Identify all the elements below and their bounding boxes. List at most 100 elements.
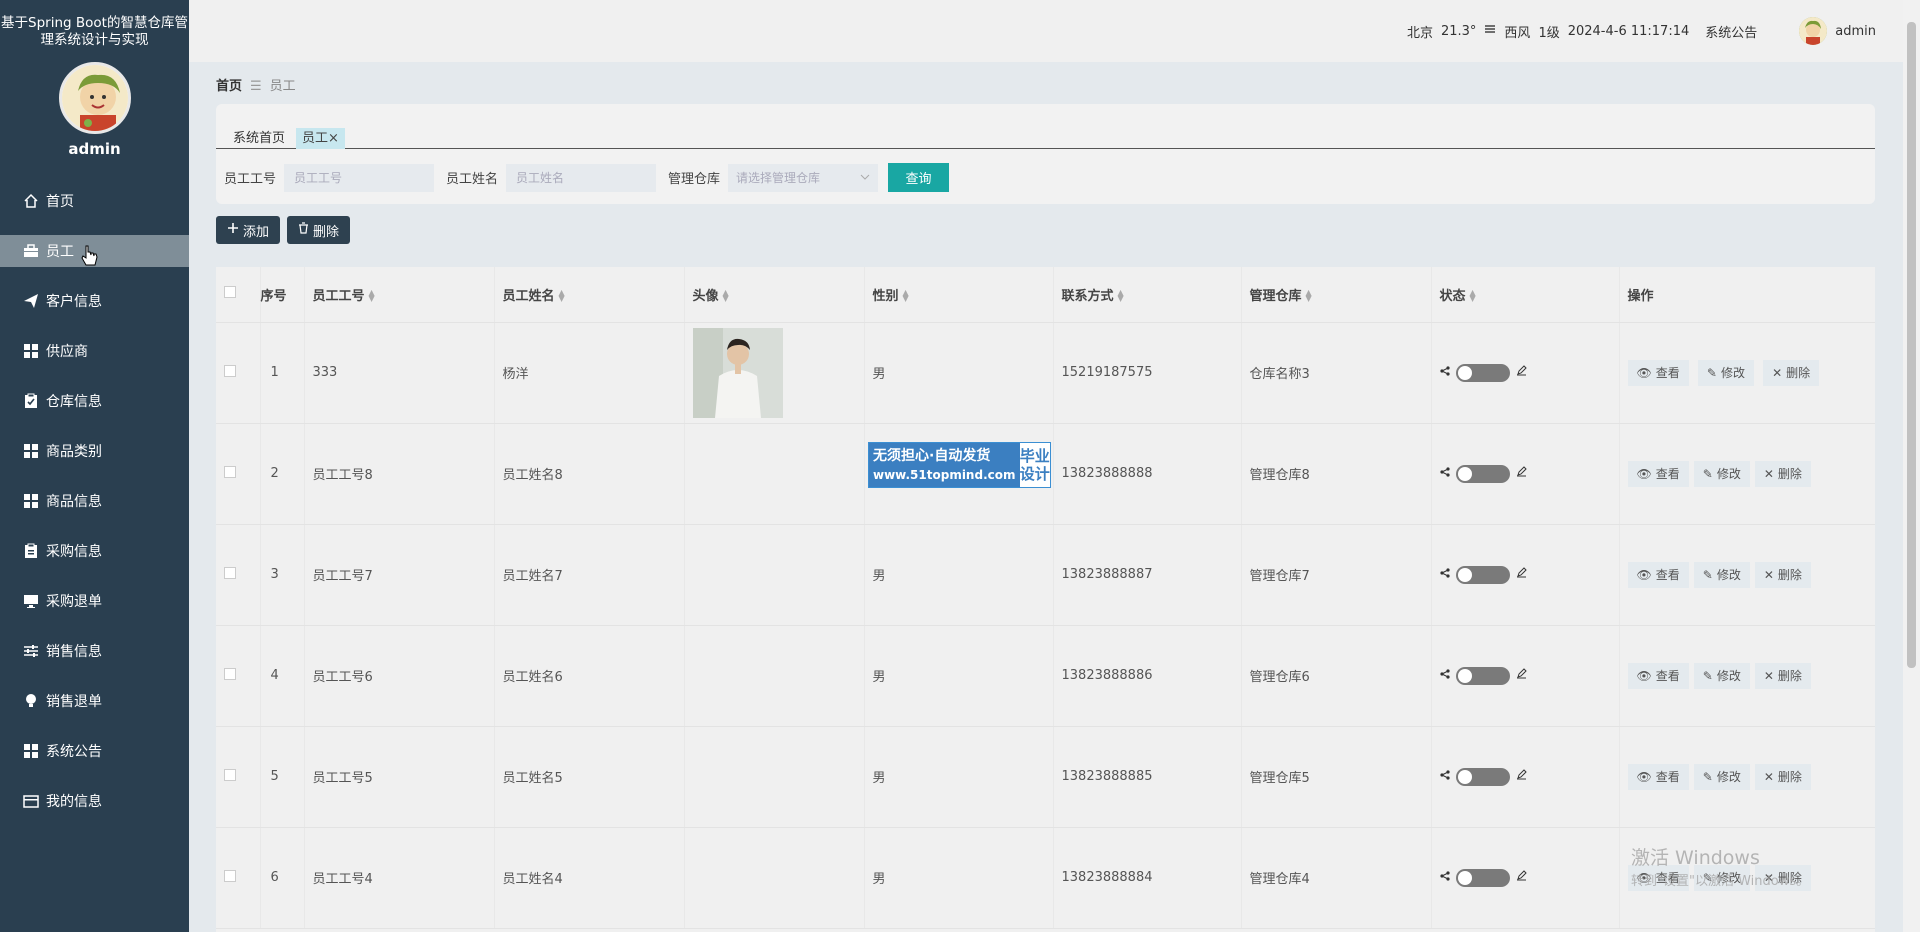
cell-phone: 13823888888	[1053, 423, 1242, 525]
view-button[interactable]: 👁 查看	[1627, 662, 1689, 689]
cell-status	[1431, 827, 1620, 929]
status-toggle[interactable]	[1455, 666, 1510, 685]
row-checkbox[interactable]	[224, 364, 236, 377]
cell-status	[1431, 726, 1620, 828]
sort-icon[interactable]: ▲ ▼	[369, 289, 375, 303]
sidebar-item-category[interactable]: 商品类别	[0, 426, 189, 476]
select-all-checkbox[interactable]	[224, 286, 236, 299]
tab-employee[interactable]: 员工×	[296, 128, 345, 149]
row-checkbox[interactable]	[224, 869, 236, 882]
query-button[interactable]: 查询	[888, 163, 950, 192]
close-icon: ✕	[1763, 567, 1774, 582]
edit-pen-icon[interactable]	[1516, 567, 1527, 582]
row-checkbox[interactable]	[224, 667, 236, 680]
tab-close-icon[interactable]: ×	[328, 131, 339, 146]
employee-photo[interactable]	[692, 327, 783, 418]
sort-icon[interactable]: ▲ ▼	[723, 289, 729, 303]
cell-phone: 13823888886	[1053, 625, 1242, 727]
edit-button[interactable]: ✎ 修改	[1693, 460, 1750, 487]
toggle-knob	[1457, 365, 1472, 380]
edit-button[interactable]: ✎ 修改	[1697, 359, 1754, 386]
row-delete-button[interactable]: ✕ 删除	[1763, 359, 1820, 386]
edit-pen-icon[interactable]	[1516, 365, 1527, 380]
system-notice-link[interactable]: 系统公告	[1705, 22, 1757, 41]
edit-pen-icon[interactable]	[1516, 466, 1527, 481]
edit-pen-icon[interactable]	[1516, 769, 1527, 784]
breadcrumb-home[interactable]: 首页	[216, 79, 242, 94]
header-status[interactable]: 状态 ▲ ▼	[1431, 267, 1620, 323]
breadcrumb-current: 员工	[269, 79, 296, 94]
header-warehouse[interactable]: 管理仓库 ▲ ▼	[1241, 267, 1432, 323]
edit-pen-icon[interactable]	[1516, 870, 1527, 885]
edit-icon: ✎	[1706, 365, 1717, 380]
cell-phone: 15219187575	[1053, 322, 1242, 424]
page-scrollbar[interactable]	[1903, 0, 1920, 932]
employee-name-input[interactable]: 员工姓名	[506, 163, 657, 192]
warehouse-select[interactable]: 请选择管理仓库	[728, 163, 879, 192]
edit-button[interactable]: ✎ 修改	[1693, 561, 1750, 588]
status-toggle[interactable]	[1455, 363, 1510, 382]
avatar[interactable]	[1799, 17, 1828, 45]
row-delete-button[interactable]: ✕ 删除	[1754, 460, 1811, 487]
sidebar-item-home[interactable]: 首页	[0, 176, 189, 226]
sort-icon[interactable]: ▲ ▼	[1470, 289, 1476, 303]
cell-status	[1431, 322, 1620, 424]
weather-wind-dir: 西风	[1504, 25, 1531, 41]
sort-icon[interactable]: ▲ ▼	[1306, 289, 1312, 303]
sidebar-item-product[interactable]: 商品信息	[0, 476, 189, 526]
watermark-right1: 毕业	[1019, 447, 1050, 465]
sort-icon[interactable]: ▲ ▼	[1118, 289, 1124, 303]
sidebar-item-purchase[interactable]: 采购信息	[0, 526, 189, 576]
header-employee-name[interactable]: 员工姓名 ▲ ▼	[494, 267, 685, 323]
row-delete-button[interactable]: ✕ 删除	[1754, 561, 1811, 588]
tab-system-home[interactable]: 系统首页	[227, 128, 291, 149]
cell-employee-name: 员工姓名8	[494, 423, 685, 525]
header-phone[interactable]: 联系方式 ▲ ▼	[1053, 267, 1242, 323]
header-employee-id[interactable]: 员工工号 ▲ ▼	[304, 267, 495, 323]
row-checkbox[interactable]	[224, 566, 236, 579]
edit-pen-icon[interactable]	[1516, 668, 1527, 683]
status-toggle[interactable]	[1455, 767, 1510, 786]
clipboard-icon	[22, 542, 40, 560]
view-button[interactable]: 👁 查看	[1627, 561, 1689, 588]
top-bar: 北京 21.3° 西风 1级 2024-4-6 11:17:14 系统公告 ad…	[189, 0, 1920, 62]
view-button[interactable]: 👁 查看	[1627, 460, 1689, 487]
status-toggle[interactable]	[1455, 464, 1510, 483]
search-fields: 员工工号 员工工号 员工姓名 员工姓名 管理仓库 请选择管理仓库 查询	[224, 163, 950, 192]
cell-gender: 男	[864, 726, 1054, 828]
sidebar-item-warehouse[interactable]: 仓库信息	[0, 376, 189, 426]
sidebar-item-profile[interactable]: 我的信息	[0, 776, 189, 826]
sidebar-item-supplier[interactable]: 供应商	[0, 326, 189, 376]
row-checkbox[interactable]	[224, 465, 236, 478]
avatar[interactable]	[58, 62, 131, 134]
header-avatar[interactable]: 头像 ▲ ▼	[684, 267, 865, 323]
edit-button-label: 修改	[1716, 467, 1741, 481]
employee-id-label: 员工工号	[224, 172, 277, 187]
weather-temp: 21.3°	[1440, 23, 1477, 39]
row-delete-button[interactable]: ✕ 删除	[1754, 763, 1811, 790]
status-toggle[interactable]	[1455, 565, 1510, 584]
header-gender[interactable]: 性别 ▲ ▼	[864, 267, 1054, 323]
view-button[interactable]: 👁 查看	[1627, 763, 1689, 790]
sidebar-item-purchase-return[interactable]: 采购退单	[0, 576, 189, 626]
header-phone-label: 联系方式	[1061, 288, 1114, 304]
sort-icon[interactable]: ▲ ▼	[559, 289, 565, 303]
row-checkbox[interactable]	[224, 768, 236, 781]
status-toggle[interactable]	[1455, 868, 1510, 887]
sort-icon[interactable]: ▲ ▼	[903, 289, 909, 303]
sidebar-item-customer[interactable]: 客户信息	[0, 276, 189, 326]
toggle-knob	[1457, 668, 1472, 683]
edit-button[interactable]: ✎ 修改	[1693, 763, 1750, 790]
view-button[interactable]: 👁 查看	[1627, 359, 1689, 386]
sidebar-item-sales[interactable]: 销售信息	[0, 626, 189, 676]
scrollbar-thumb[interactable]	[1907, 22, 1916, 668]
row-delete-button[interactable]: ✕ 删除	[1754, 662, 1811, 689]
add-button[interactable]: 添加	[216, 216, 281, 244]
sidebar-item-notice[interactable]: 系统公告	[0, 726, 189, 776]
sidebar-item-sales-return[interactable]: 销售退单	[0, 676, 189, 726]
status-controls	[1439, 868, 1619, 887]
employee-id-input[interactable]: 员工工号	[284, 163, 435, 192]
user-menu[interactable]: admin	[1799, 17, 1876, 45]
delete-button[interactable]: 删除	[287, 216, 351, 244]
edit-button[interactable]: ✎ 修改	[1693, 662, 1750, 689]
